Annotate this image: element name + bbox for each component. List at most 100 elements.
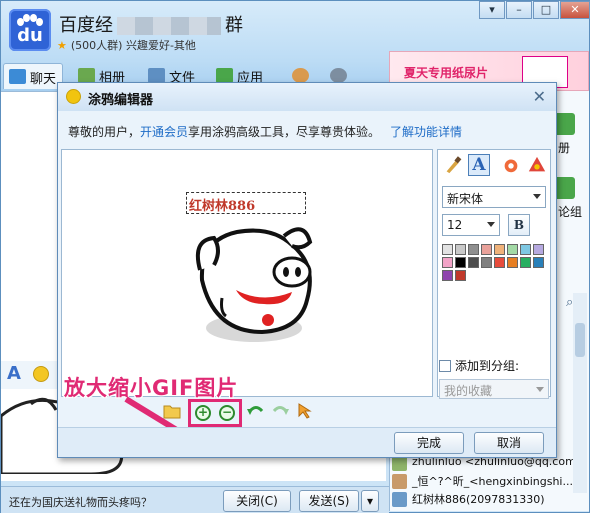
learn-more-link[interactable]: 了解功能详情 bbox=[390, 125, 462, 139]
drawing-canvas[interactable]: 红树林886 放大缩小GIF图片 bbox=[61, 149, 433, 451]
send-options-button[interactable]: ▾ bbox=[361, 490, 379, 512]
add-to-group[interactable]: 添加到分组: bbox=[439, 357, 551, 377]
font-family-select[interactable]: 新宋体 bbox=[442, 186, 546, 208]
stamp-icon[interactable] bbox=[500, 154, 522, 176]
redo-icon[interactable] bbox=[271, 403, 289, 419]
baidu-logo: du bbox=[9, 9, 51, 51]
color-swatch[interactable] bbox=[494, 244, 505, 255]
color-swatch[interactable] bbox=[455, 257, 466, 268]
emoji-icon[interactable] bbox=[33, 366, 49, 382]
member-name: 红树林886(2097831330) bbox=[412, 493, 545, 506]
member-notice: 尊敬的用户，开通会员享用涂鸦高级工具，尽享尊贵体验。 了解功能详情 bbox=[68, 123, 462, 140]
tab-chat[interactable]: 聊天 bbox=[3, 63, 64, 89]
chevron-down-icon bbox=[536, 387, 544, 392]
tab-chat-label: 聊天 bbox=[30, 72, 57, 87]
color-swatch[interactable] bbox=[455, 244, 466, 255]
skin-button[interactable]: ▾ bbox=[479, 1, 505, 19]
shape-icon[interactable] bbox=[526, 154, 548, 176]
color-swatch[interactable] bbox=[533, 244, 544, 255]
canvas-text-box[interactable]: 红树林886 bbox=[186, 192, 306, 214]
bottom-tip[interactable]: 还在为国庆送礼物而头疼吗？ bbox=[9, 494, 152, 510]
close-icon[interactable]: ✕ bbox=[533, 87, 546, 106]
color-swatch[interactable] bbox=[520, 244, 531, 255]
bold-button[interactable]: B bbox=[508, 214, 530, 236]
scrollbar-thumb[interactable] bbox=[575, 323, 585, 357]
color-swatch[interactable] bbox=[468, 257, 479, 268]
photo-album-icon bbox=[78, 68, 95, 83]
color-swatch[interactable] bbox=[494, 257, 505, 268]
right-label-discussion: 论组 bbox=[558, 205, 583, 219]
star-icon: ★ bbox=[57, 39, 67, 52]
dialog-footer: 完成 取消 bbox=[58, 427, 556, 457]
member-list: zhulinluo <zhulinluo@qq.com> _恒^?^昕_<hen… bbox=[390, 455, 575, 509]
graffiti-editor-dialog: 涂鸦编辑器 ✕ 尊敬的用户，开通会员享用涂鸦高级工具，尽享尊贵体验。 了解功能详情… bbox=[57, 82, 557, 458]
member-scrollbar[interactable] bbox=[573, 293, 587, 493]
paw-icon bbox=[17, 14, 43, 28]
color-palette bbox=[442, 244, 546, 283]
chevron-down-icon bbox=[487, 222, 495, 227]
gear-icon bbox=[330, 68, 347, 83]
notice-middle: 享用涂鸦高级工具，尽享尊贵体验。 bbox=[188, 125, 381, 139]
pig-gif-sticker[interactable] bbox=[192, 220, 322, 360]
color-swatch[interactable] bbox=[442, 257, 453, 268]
add-to-group-checkbox[interactable] bbox=[439, 360, 451, 372]
folder-icon bbox=[148, 68, 165, 83]
group-select-value: 我的收藏 bbox=[444, 384, 493, 398]
chat-icon bbox=[9, 69, 26, 84]
color-swatch[interactable] bbox=[481, 244, 492, 255]
maximize-button[interactable]: □ bbox=[533, 1, 559, 19]
member-item[interactable]: _恒^?^昕_<hengxinbingshi... bbox=[390, 473, 575, 491]
color-swatch[interactable] bbox=[455, 270, 466, 281]
color-swatch[interactable] bbox=[481, 257, 492, 268]
group-info-text: (500人群) 兴趣爱好-其他 bbox=[70, 39, 196, 52]
font-family-value: 新宋体 bbox=[447, 192, 484, 206]
font-size-value: 12 bbox=[447, 218, 463, 232]
logo-text: du bbox=[17, 25, 43, 46]
font-icon[interactable]: A bbox=[7, 363, 21, 384]
apps-icon bbox=[216, 68, 233, 83]
member-name: _恒^?^昕_<hengxinbingshi... bbox=[412, 475, 573, 488]
close-chat-button[interactable]: 关闭(C) bbox=[223, 490, 291, 512]
group-name-suffix: 群 bbox=[225, 15, 243, 36]
redacted-name bbox=[117, 17, 221, 35]
add-to-group-label: 添加到分组: bbox=[455, 359, 520, 373]
color-swatch[interactable] bbox=[520, 257, 531, 268]
add-member-icon bbox=[292, 68, 309, 83]
ad-text: 夏天专用纸尿片 bbox=[404, 66, 489, 80]
avatar bbox=[392, 474, 407, 489]
open-membership-link[interactable]: 开通会员 bbox=[140, 125, 188, 139]
undo-icon[interactable] bbox=[247, 403, 265, 419]
text-tool-icon[interactable]: A bbox=[468, 154, 490, 176]
send-button[interactable]: 发送(S) bbox=[299, 490, 359, 512]
move-icon[interactable] bbox=[297, 403, 315, 419]
right-label-album: 册 bbox=[558, 141, 571, 155]
close-window-button[interactable]: ✕ bbox=[560, 1, 590, 19]
color-swatch[interactable] bbox=[533, 257, 544, 268]
tool-row: A bbox=[442, 154, 548, 176]
zoom-highlight-box bbox=[188, 399, 242, 427]
color-swatch[interactable] bbox=[442, 244, 453, 255]
smiley-icon bbox=[66, 89, 81, 104]
dialog-title: 涂鸦编辑器 bbox=[88, 93, 154, 108]
brush-icon[interactable] bbox=[442, 154, 464, 176]
color-swatch[interactable] bbox=[507, 244, 518, 255]
font-size-select[interactable]: 12 bbox=[442, 214, 500, 236]
member-item[interactable]: 红树林886(2097831330) bbox=[390, 491, 575, 509]
color-swatch[interactable] bbox=[442, 270, 453, 281]
notice-prefix: 尊敬的用户， bbox=[68, 125, 141, 139]
minimize-button[interactable]: – bbox=[506, 1, 532, 19]
open-folder-icon[interactable] bbox=[163, 403, 181, 419]
group-info: ★ (500人群) 兴趣爱好-其他 bbox=[57, 37, 196, 53]
color-swatch[interactable] bbox=[468, 244, 479, 255]
group-name-prefix: 百度经 bbox=[59, 15, 113, 36]
chevron-down-icon bbox=[533, 194, 541, 199]
cancel-button[interactable]: 取消 bbox=[474, 432, 544, 454]
dialog-titlebar[interactable]: 涂鸦编辑器 ✕ bbox=[58, 83, 556, 111]
color-swatch[interactable] bbox=[507, 257, 518, 268]
ok-button[interactable]: 完成 bbox=[394, 432, 464, 454]
group-select[interactable]: 我的收藏 bbox=[439, 379, 549, 399]
bottom-bar: 还在为国庆送礼物而头疼吗？ 关闭(C) 发送(S) ▾ bbox=[1, 486, 389, 513]
avatar bbox=[392, 456, 407, 471]
group-title: 百度经 群 bbox=[59, 11, 243, 37]
avatar bbox=[392, 492, 407, 507]
